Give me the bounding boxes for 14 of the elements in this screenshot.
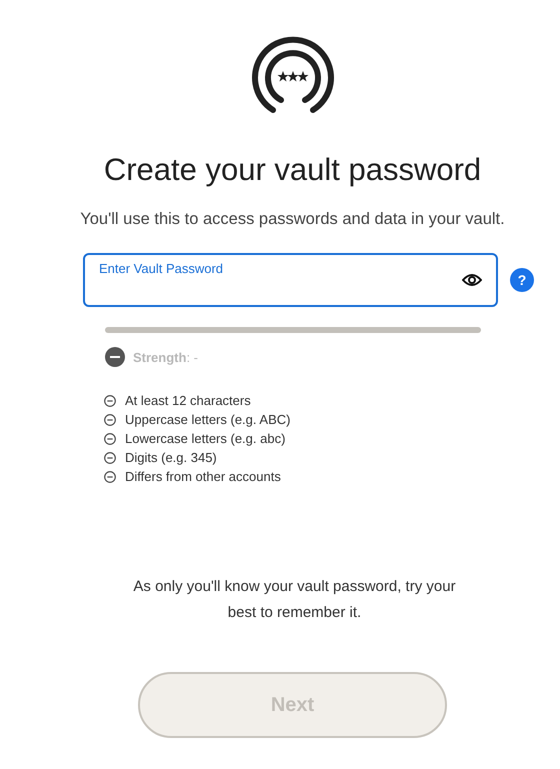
strength-label: Strength: - [133,350,198,364]
help-button[interactable]: ? [510,268,534,292]
subtitle: You'll use this to access passwords and data in your vault. [79,210,506,229]
requirement-text: Digits (e.g. 345) [125,450,217,465]
eye-icon[interactable] [462,273,482,287]
reminder-note: As only you'll know your vault password, try your best to remember it. [132,577,457,623]
field-label: Enter Vault Password [99,261,224,276]
page-title: Create your vault password [102,152,482,188]
minus-circle-icon [105,347,125,367]
requirement-text: At least 12 characters [125,393,251,408]
password-field[interactable]: Enter Vault Password [83,253,498,307]
requirement-text: Differs from other accounts [125,469,281,484]
requirement-text: Lowercase letters (e.g. abc) [125,431,286,446]
requirement-text: Uppercase letters (e.g. ABC) [125,412,290,427]
